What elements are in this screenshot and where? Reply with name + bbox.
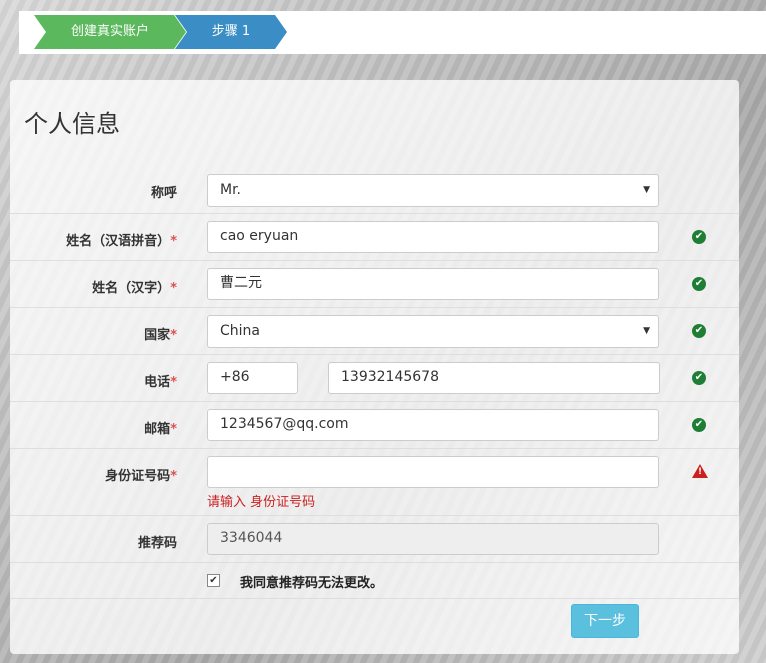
email-label: 邮箱* <box>144 418 177 437</box>
email-label-text: 邮箱 <box>144 422 171 437</box>
next-step-button[interactable]: 下一步 <box>571 604 639 638</box>
required-marker: * <box>170 422 177 437</box>
row-phone: 电话* +86 13932145678 ✔ <box>10 354 739 402</box>
panel-title: 个人信息 <box>24 110 120 138</box>
salutation-label: 称呼 <box>150 186 177 201</box>
check-circle-icon: ✔ <box>692 371 706 385</box>
row-country: 国家* China ▼ ✔ <box>10 307 739 355</box>
id-number-input[interactable] <box>207 456 659 488</box>
referral-input[interactable]: 3346044 <box>207 523 659 555</box>
name-hanzi-label: 姓名（汉字）* <box>92 277 177 296</box>
row-salutation: 称呼 Mr. ▼ <box>10 166 739 214</box>
name-pinyin-input[interactable]: cao eryuan <box>207 221 659 253</box>
name-pinyin-label-text: 姓名（汉语拼音） <box>66 234 171 249</box>
id-number-error: 请输入 身份证号码 <box>207 495 316 510</box>
id-number-label-text: 身份证号码 <box>105 469 171 484</box>
country-select[interactable]: China ▼ <box>207 315 659 348</box>
check-circle-icon: ✔ <box>692 277 706 291</box>
personal-info-panel: 个人信息 称呼 Mr. ▼ 姓名（汉语拼音）* cao eryuan ✔ 姓名（… <box>10 80 739 654</box>
chevron-down-icon: ▼ <box>643 185 650 195</box>
salutation-value: Mr. <box>220 182 241 198</box>
row-id-number: 身份证号码* ! 请输入 身份证号码 <box>10 448 739 516</box>
phone-number-input[interactable]: 13932145678 <box>328 362 660 394</box>
required-marker: * <box>170 469 177 484</box>
step-progress-bar: 创建真实账户 步骤 1 <box>19 11 766 54</box>
warning-icon: ! <box>692 464 708 478</box>
name-pinyin-label: 姓名（汉语拼音）* <box>66 230 177 249</box>
required-marker: * <box>170 375 177 390</box>
step-1: 步骤 1 <box>175 15 287 49</box>
check-circle-icon: ✔ <box>692 324 706 338</box>
phone-label-text: 电话 <box>144 375 171 390</box>
required-marker: * <box>170 328 177 343</box>
name-hanzi-label-text: 姓名（汉字） <box>92 281 171 296</box>
country-label-text: 国家 <box>144 328 171 343</box>
required-marker: * <box>170 234 177 249</box>
id-number-label: 身份证号码* <box>105 465 177 484</box>
agree-checkbox[interactable]: ✔ <box>207 574 220 587</box>
row-agree: ✔ 我同意推荐码无法更改。 <box>10 562 739 599</box>
row-email: 邮箱* 1234567@qq.com ✔ <box>10 401 739 449</box>
row-name-hanzi: 姓名（汉字）* 曹二元 ✔ <box>10 260 739 308</box>
referral-label: 推荐码 <box>137 536 177 551</box>
country-label: 国家* <box>144 324 177 343</box>
phone-label: 电话* <box>144 371 177 390</box>
agree-label: 我同意推荐码无法更改。 <box>240 576 384 591</box>
check-circle-icon: ✔ <box>692 418 706 432</box>
required-marker: * <box>170 281 177 296</box>
row-name-pinyin: 姓名（汉语拼音）* cao eryuan ✔ <box>10 213 739 261</box>
country-value: China <box>220 323 260 339</box>
row-referral: 推荐码 3346044 <box>10 515 739 563</box>
step-create-account: 创建真实账户 <box>34 15 186 49</box>
name-hanzi-input[interactable]: 曹二元 <box>207 268 659 300</box>
email-input[interactable]: 1234567@qq.com <box>207 409 659 441</box>
salutation-select[interactable]: Mr. ▼ <box>207 174 659 207</box>
phone-code-input[interactable]: +86 <box>207 362 298 394</box>
chevron-down-icon: ▼ <box>643 326 650 336</box>
check-circle-icon: ✔ <box>692 230 706 244</box>
